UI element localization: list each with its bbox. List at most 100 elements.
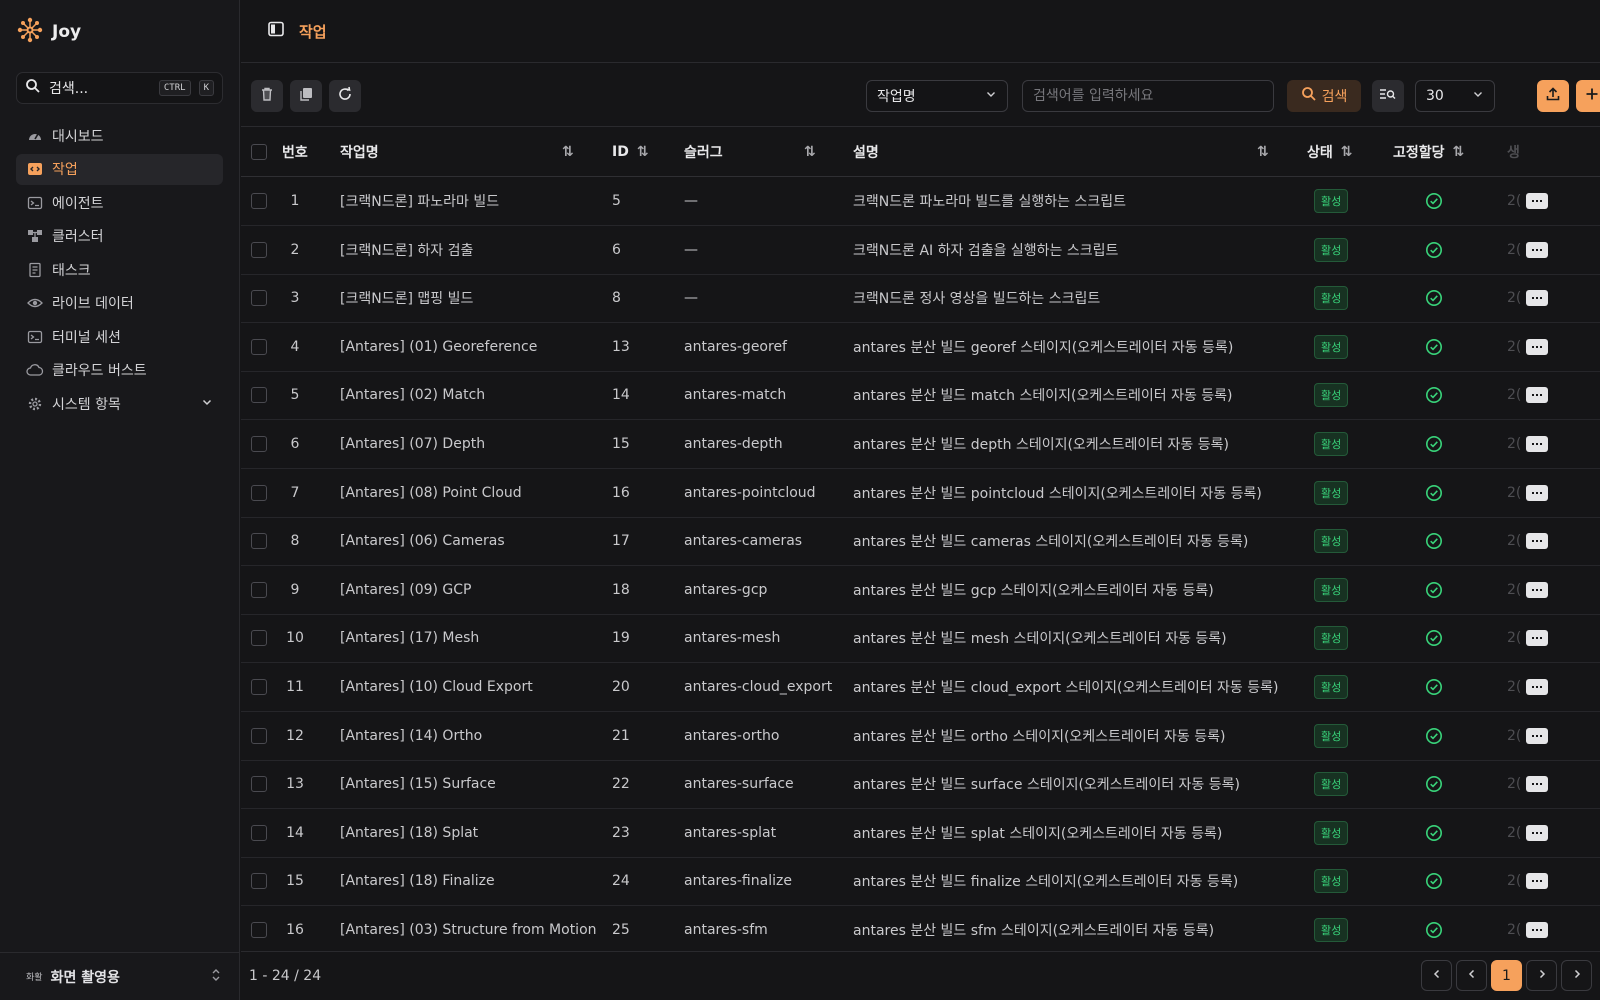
more-actions-button[interactable] (1526, 566, 1548, 614)
table-row[interactable]: 7 [Antares] (08) Point Cloud 16 antares-poi… (241, 469, 1600, 518)
table-row[interactable]: 10 [Antares] (17) Mesh 19 antares-mesh antar… (241, 614, 1600, 664)
job-name[interactable]: [Antares] (03) Structure from Motion (340, 906, 597, 950)
sidebar-item-cloud-burst[interactable]: 클라우드 버스트 (16, 355, 223, 386)
header-slug[interactable]: 슬러그 (684, 128, 723, 176)
more-actions-button[interactable] (1526, 809, 1548, 857)
more-actions-button[interactable] (1526, 226, 1548, 274)
job-name[interactable]: [Antares] (07) Depth (340, 420, 485, 468)
job-name[interactable]: [Antares] (18) Finalize (340, 857, 495, 905)
more-actions-button[interactable] (1526, 712, 1548, 760)
table-row[interactable]: 1 [크랙N드론] 파노라마 빌드 5 — 크랙N드론 파노라마 빌드를 실행하는 스크… (241, 177, 1600, 226)
table-row[interactable]: 13 [Antares] (15) Surface 22 antares-surfac… (241, 760, 1600, 810)
row-checkbox[interactable] (251, 177, 267, 225)
table-row[interactable]: 16 [Antares] (03) Structure from Motion 25… (241, 906, 1600, 950)
first-page-button[interactable] (1421, 960, 1452, 991)
more-actions-button[interactable] (1526, 614, 1548, 662)
row-checkbox[interactable] (251, 712, 267, 760)
job-name[interactable]: [Antares] (08) Point Cloud (340, 469, 522, 517)
table-row[interactable]: 6 [Antares] (07) Depth 15 antares-depth anta… (241, 420, 1600, 469)
breadcrumb[interactable]: 작업 (299, 21, 327, 42)
row-checkbox[interactable] (251, 517, 267, 565)
sidebar-item-dashboard[interactable]: 대시보드 (16, 120, 223, 151)
sort-icon[interactable]: ⇅ (804, 128, 816, 176)
select-all-checkbox[interactable] (251, 128, 267, 176)
row-checkbox[interactable] (251, 371, 267, 419)
search-button[interactable]: 검색 (1287, 80, 1361, 112)
search-input[interactable] (1022, 80, 1274, 112)
job-name[interactable]: [Antares] (15) Surface (340, 760, 496, 808)
header-id[interactable]: ID ⇅ (612, 128, 649, 176)
job-name[interactable]: [Antares] (06) Cameras (340, 517, 505, 565)
row-checkbox[interactable] (251, 226, 267, 274)
job-name[interactable]: [크랙N드론] 하자 검출 (340, 226, 473, 274)
more-actions-button[interactable] (1526, 323, 1548, 371)
advanced-search-button[interactable] (1372, 80, 1404, 112)
row-checkbox[interactable] (251, 323, 267, 371)
more-actions-button[interactable] (1526, 420, 1548, 468)
row-checkbox[interactable] (251, 274, 267, 322)
workspace-switcher[interactable]: 화활 화면 촬영용 (0, 952, 240, 1000)
job-name[interactable]: [Antares] (02) Match (340, 371, 485, 419)
table-row[interactable]: 2 [크랙N드론] 하자 검출 6 — 크랙N드론 AI 하자 검출을 실행하는 스크립… (241, 226, 1600, 275)
header-status[interactable]: 상태 ⇅ (1307, 128, 1353, 176)
sidebar-toggle-icon[interactable] (267, 20, 285, 42)
header-no[interactable]: 번호 (282, 128, 308, 176)
sort-icon[interactable]: ⇅ (562, 128, 574, 176)
header-fixed[interactable]: 고정할당 ⇅ (1393, 128, 1464, 176)
add-button[interactable] (1576, 80, 1600, 112)
table-row[interactable]: 5 [Antares] (02) Match 14 antares-match anta… (241, 371, 1600, 421)
row-checkbox[interactable] (251, 760, 267, 808)
row-checkbox[interactable] (251, 809, 267, 857)
row-checkbox[interactable] (251, 857, 267, 905)
next-page-button[interactable] (1526, 960, 1557, 991)
brand[interactable]: Joy (16, 16, 81, 48)
job-name[interactable]: [Antares] (01) Georeference (340, 323, 537, 371)
page-button-current[interactable]: 1 (1491, 960, 1522, 991)
sidebar-item-agents[interactable]: 에이전트 (16, 187, 223, 218)
upload-button[interactable] (1537, 80, 1569, 112)
sidebar-item-live-data[interactable]: 라이브 데이터 (16, 288, 223, 319)
delete-button[interactable] (251, 80, 283, 112)
header-desc[interactable]: 설명 (853, 128, 879, 176)
sidebar-search[interactable]: 검색... CTRL K (16, 72, 223, 104)
row-checkbox[interactable] (251, 420, 267, 468)
job-name[interactable]: [Antares] (10) Cloud Export (340, 663, 533, 711)
row-checkbox[interactable] (251, 614, 267, 662)
row-checkbox[interactable] (251, 469, 267, 517)
job-name[interactable]: [Antares] (18) Splat (340, 809, 478, 857)
job-name[interactable]: [Antares] (17) Mesh (340, 614, 479, 662)
last-page-button[interactable] (1561, 960, 1592, 991)
row-checkbox[interactable] (251, 663, 267, 711)
header-extra[interactable]: 생 (1507, 128, 1520, 176)
job-name[interactable]: [크랙N드론] 맵핑 빌드 (340, 274, 473, 322)
more-actions-button[interactable] (1526, 906, 1548, 950)
chevron-down-icon[interactable] (201, 396, 213, 412)
row-checkbox[interactable] (251, 566, 267, 614)
more-actions-button[interactable] (1526, 177, 1548, 225)
search-field-select[interactable]: 작업명 (866, 80, 1008, 112)
more-actions-button[interactable] (1526, 274, 1548, 322)
more-actions-button[interactable] (1526, 517, 1548, 565)
table-row[interactable]: 3 [크랙N드론] 맵핑 빌드 8 — 크랙N드론 정사 영상을 빌드하는 스크립트 활성… (241, 274, 1600, 324)
sidebar-item-tasks[interactable]: 태스크 (16, 254, 223, 285)
more-actions-button[interactable] (1526, 371, 1548, 419)
table-row[interactable]: 12 [Antares] (14) Ortho 21 antares-ortho ant… (241, 712, 1600, 761)
more-actions-button[interactable] (1526, 469, 1548, 517)
table-row[interactable]: 15 [Antares] (18) Finalize 24 antares-final… (241, 857, 1600, 907)
job-name[interactable]: [Antares] (14) Ortho (340, 712, 482, 760)
job-name[interactable]: [Antares] (09) GCP (340, 566, 472, 614)
table-row[interactable]: 14 [Antares] (18) Splat 23 antares-splat ant… (241, 809, 1600, 858)
more-actions-button[interactable] (1526, 760, 1548, 808)
more-actions-button[interactable] (1526, 857, 1548, 905)
page-size-select[interactable]: 30 (1415, 80, 1495, 112)
refresh-button[interactable] (329, 80, 361, 112)
header-name[interactable]: 작업명 (340, 128, 379, 176)
job-name[interactable]: [크랙N드론] 파노라마 빌드 (340, 177, 499, 225)
sidebar-item-system[interactable]: 시스템 항목 (16, 388, 223, 419)
prev-page-button[interactable] (1456, 960, 1487, 991)
table-row[interactable]: 11 [Antares] (10) Cloud Export 20 antares-c… (241, 663, 1600, 712)
sidebar-item-clusters[interactable]: 클러스터 (16, 221, 223, 252)
row-checkbox[interactable] (251, 906, 267, 950)
table-row[interactable]: 4 [Antares] (01) Georeference 13 antares-ge… (241, 323, 1600, 372)
more-actions-button[interactable] (1526, 663, 1548, 711)
